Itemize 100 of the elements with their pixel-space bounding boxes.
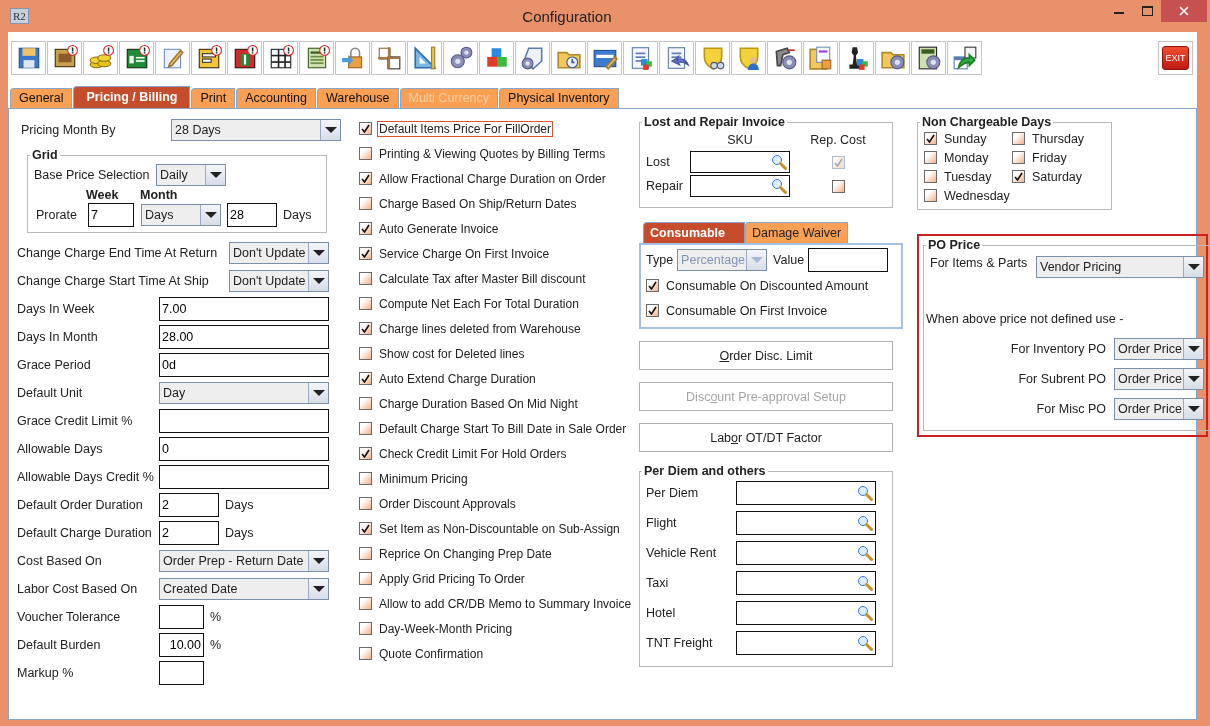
checkbox[interactable] [1012, 170, 1025, 183]
checkbox[interactable] [359, 147, 372, 160]
dropdown[interactable]: Created Date [159, 578, 329, 600]
checkbox[interactable] [359, 397, 372, 410]
text-field[interactable] [808, 248, 889, 272]
checkbox[interactable] [359, 447, 372, 460]
text-field[interactable]: 28 [227, 203, 277, 227]
checkbox[interactable] [1012, 151, 1025, 164]
button[interactable]: Labor OT/DT Factor [639, 423, 893, 452]
checkbox[interactable] [924, 170, 937, 183]
tab[interactable]: Warehouse [317, 88, 399, 108]
toolbar-button[interactable] [839, 41, 874, 75]
tab[interactable]: Accounting [236, 88, 317, 108]
checkbox[interactable] [359, 172, 372, 185]
checkbox-label[interactable]: Reprice On Changing Prep Date [377, 545, 554, 562]
checkbox-label[interactable]: Set Item as Non-Discountable on Sub-Assign [377, 520, 622, 537]
toolbar-button[interactable] [263, 41, 298, 75]
checkbox[interactable] [359, 372, 372, 385]
text-field[interactable] [159, 465, 329, 489]
checkbox-label[interactable]: Minimum Pricing [377, 470, 470, 487]
checkbox-label[interactable]: Day-Week-Month Pricing [377, 620, 515, 637]
checkbox[interactable] [359, 272, 372, 285]
checkbox[interactable] [359, 597, 372, 610]
checkbox-label[interactable]: Charge Based On Ship/Return Dates [377, 195, 579, 212]
toolbar-button[interactable] [191, 41, 226, 75]
checkbox-label[interactable]: Apply Grid Pricing To Order [377, 570, 527, 587]
checkbox[interactable] [359, 422, 372, 435]
dropdown[interactable]: Vendor Pricing [1036, 256, 1204, 278]
checkbox[interactable] [359, 297, 372, 310]
checkbox[interactable] [359, 647, 372, 660]
tab[interactable]: Damage Waiver [745, 222, 849, 243]
checkbox[interactable] [359, 122, 372, 135]
checkbox-label[interactable]: Default Items Price For FillOrder [377, 120, 554, 137]
toolbar-button[interactable] [587, 41, 622, 75]
dropdown[interactable]: Don't Update [229, 270, 329, 292]
checkbox-label[interactable]: Allow Fractional Charge Duration on Order [377, 170, 608, 187]
exit-button[interactable]: EXIT [1158, 41, 1193, 75]
text-field[interactable]: 2 [159, 521, 219, 545]
toolbar-button[interactable] [659, 41, 694, 75]
checkbox[interactable] [646, 279, 659, 292]
checkbox[interactable] [359, 622, 372, 635]
text-field[interactable]: 10.00 [159, 633, 204, 657]
search-field[interactable] [736, 601, 876, 625]
checkbox-label[interactable]: Order Discount Approvals [377, 495, 518, 512]
checkbox-label[interactable]: Show cost for Deleted lines [377, 345, 527, 362]
search-field[interactable] [736, 481, 876, 505]
checkbox[interactable] [359, 497, 372, 510]
checkbox[interactable] [359, 472, 372, 485]
checkbox-label[interactable]: Consumable On First Invoice [664, 302, 830, 319]
checkbox-label[interactable]: Saturday [1030, 168, 1085, 185]
text-field[interactable] [159, 661, 204, 685]
checkbox[interactable] [359, 547, 372, 560]
tab[interactable]: Consumable [643, 222, 745, 243]
checkbox[interactable] [359, 522, 372, 535]
toolbar-button[interactable] [911, 41, 946, 75]
text-field[interactable]: 7 [88, 203, 134, 227]
checkbox[interactable] [359, 347, 372, 360]
tab[interactable]: Physical Inventory [499, 88, 619, 108]
search-field[interactable] [736, 571, 876, 595]
text-field[interactable] [159, 605, 204, 629]
toolbar-button[interactable] [119, 41, 154, 75]
dropdown[interactable]: Order Price [1114, 338, 1204, 360]
checkbox-label[interactable]: Thursday [1030, 130, 1087, 147]
checkbox-label[interactable]: Auto Generate Invoice [377, 220, 501, 237]
toolbar-button[interactable] [767, 41, 802, 75]
checkbox[interactable] [359, 247, 372, 260]
tab[interactable]: Pricing / Billing [73, 86, 191, 108]
dropdown[interactable]: Days [141, 204, 221, 226]
dropdown[interactable]: Day [159, 382, 329, 404]
checkbox[interactable] [646, 304, 659, 317]
checkbox-label[interactable]: Friday [1030, 149, 1069, 166]
text-field[interactable]: 7.00 [159, 297, 329, 321]
checkbox[interactable] [359, 322, 372, 335]
checkbox-label[interactable]: Sunday [942, 130, 989, 147]
search-field[interactable] [690, 175, 790, 197]
checkbox-label[interactable]: Service Charge On First Invoice [377, 245, 552, 262]
checkbox-label[interactable]: Charge lines deleted from Warehouse [377, 320, 583, 337]
checkbox[interactable] [359, 197, 372, 210]
dropdown[interactable]: Order Prep - Return Date [159, 550, 329, 572]
search-field[interactable] [736, 631, 876, 655]
checkbox[interactable] [359, 572, 372, 585]
checkbox-label[interactable]: Printing & Viewing Quotes by Billing Terms [377, 145, 608, 162]
tab[interactable]: Print [191, 88, 236, 108]
text-field[interactable] [159, 409, 329, 433]
search-field[interactable] [690, 151, 790, 173]
dropdown[interactable]: Order Price [1114, 398, 1204, 420]
checkbox[interactable] [831, 179, 845, 193]
checkbox-label[interactable]: Calculate Tax after Master Bill discount [377, 270, 588, 287]
text-field[interactable]: 0 [159, 437, 329, 461]
checkbox-label[interactable]: Charge Duration Based On Mid Night [377, 395, 580, 412]
dropdown[interactable]: Daily [156, 164, 226, 186]
checkbox-label[interactable]: Wednesday [942, 187, 1012, 204]
checkbox[interactable] [359, 222, 372, 235]
button[interactable]: Order Disc. Limit [639, 341, 893, 370]
checkbox-label[interactable]: Auto Extend Charge Duration [377, 370, 538, 387]
checkbox[interactable] [924, 132, 937, 145]
toolbar-button[interactable] [227, 41, 262, 75]
checkbox[interactable] [1012, 132, 1025, 145]
search-field[interactable] [736, 541, 876, 565]
checkbox-label[interactable]: Compute Net Each For Total Duration [377, 295, 581, 312]
